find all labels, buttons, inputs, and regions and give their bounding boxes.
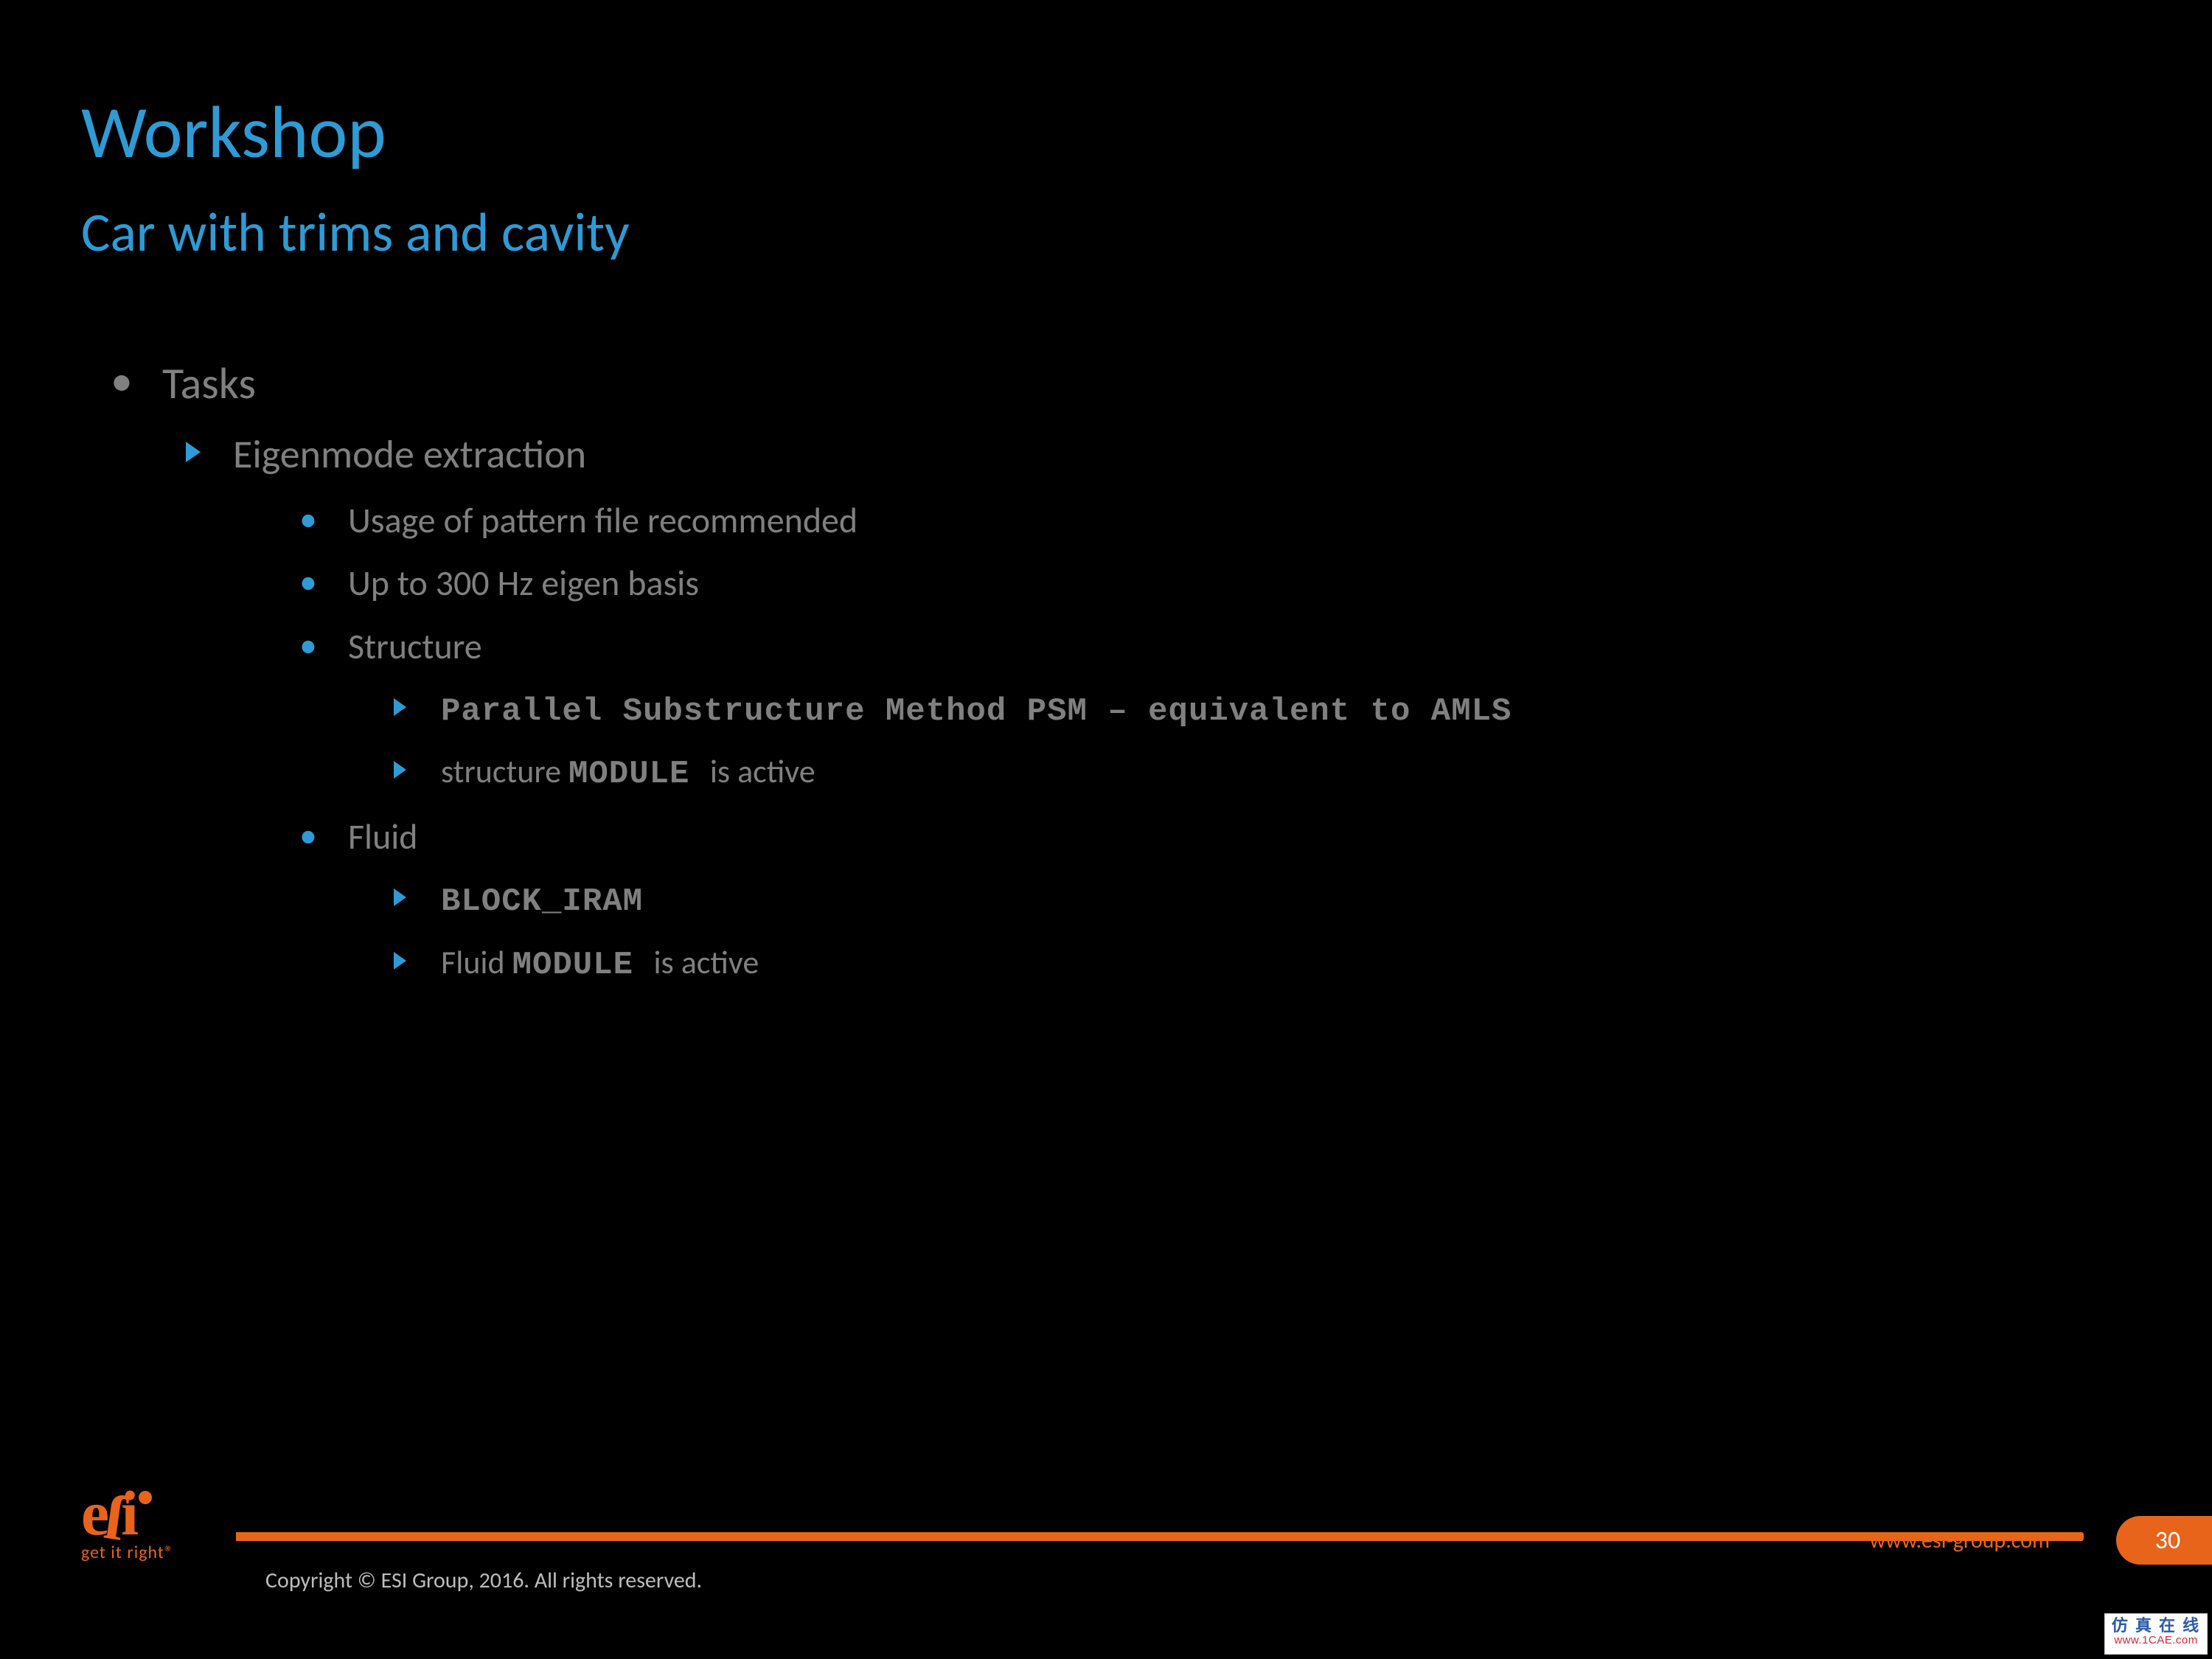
watermark-line1: 仿 真 在 线	[2105, 1617, 2207, 1635]
page-number-badge: 30	[2116, 1516, 2212, 1565]
footer-rule	[236, 1532, 2079, 1541]
logo-tagline: get it right®	[81, 1542, 174, 1563]
slide-title: Workshop	[81, 87, 386, 177]
bullet-pattern-file: Usage of pattern file recommended	[277, 489, 2124, 552]
bullet-structure-module: structure MODULE is active	[383, 742, 2124, 804]
struct-mod-pre: structure	[441, 751, 568, 791]
logo-mark: eſi	[81, 1488, 152, 1539]
eigenmode-label: Eigenmode extraction	[233, 430, 586, 479]
fluid-mod-post: is active	[653, 942, 759, 982]
bullet-block-iram: BLOCK_IRAM	[383, 869, 2124, 932]
bullet-fluid-module: Fluid MODULE is active	[383, 933, 2124, 995]
slide-subtitle: Car with trims and cavity	[81, 199, 630, 265]
psm-code: Parallel Substructure Method PSM – equiv…	[441, 693, 1512, 730]
tasks-label: Tasks	[162, 357, 256, 411]
bullet-tasks: Tasks Eigenmode extraction Usage of patt…	[111, 354, 2124, 995]
struct-mod-post: is active	[710, 751, 815, 791]
watermark-line2: www.1CAE.com	[2105, 1635, 2207, 1647]
bullet-structure: Structure Parallel Substructure Method P…	[277, 615, 2124, 805]
bullet-psm: Parallel Substructure Method PSM – equiv…	[383, 679, 2124, 742]
footer-url: www.esi-group.com	[1870, 1527, 2050, 1554]
fluid-mod-pre: Fluid	[441, 942, 512, 982]
watermark-badge: 仿 真 在 线 www.1CAE.com	[2104, 1613, 2208, 1655]
bullet-300hz: Up to 300 Hz eigen basis	[277, 552, 2124, 614]
bullet-eigenmode: Eigenmode extraction Usage of pattern fi…	[170, 424, 2124, 995]
slide-body: Tasks Eigenmode extraction Usage of patt…	[111, 354, 2124, 1003]
structure-label: Structure	[348, 625, 482, 668]
fluid-mod-code: MODULE	[512, 947, 654, 984]
bullet-fluid: Fluid BLOCK_IRAM Fluid MODULE is active	[277, 805, 2124, 995]
block-iram-code: BLOCK_IRAM	[441, 883, 643, 920]
struct-mod-code: MODULE	[568, 756, 710, 793]
esi-logo: eſi get it right®	[81, 1488, 174, 1563]
copyright-text: Copyright © ESI Group, 2016. All rights …	[265, 1567, 702, 1594]
logo-dot-icon	[139, 1491, 152, 1504]
fluid-label: Fluid	[348, 815, 418, 858]
slide: Workshop Car with trims and cavity Tasks…	[0, 0, 2212, 1659]
